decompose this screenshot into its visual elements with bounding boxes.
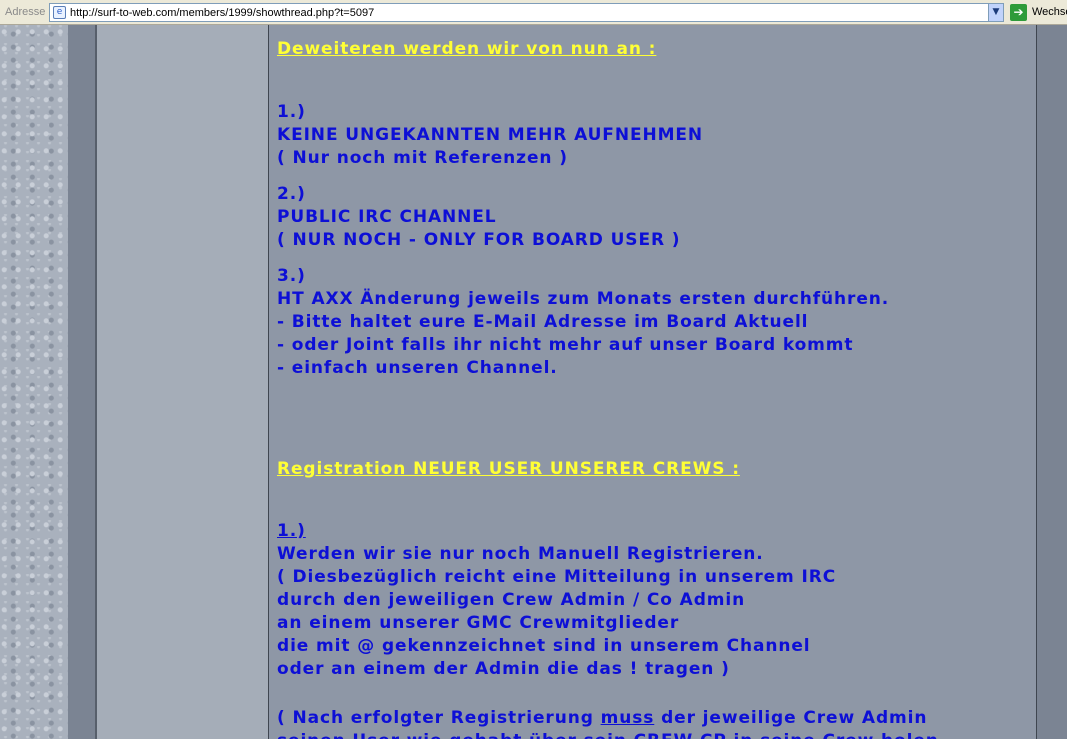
item-2-number: 2.): [277, 184, 306, 204]
post-sidebar: [97, 25, 269, 739]
heading-further-rules: Deweiteren werden wir von nun an :: [277, 39, 657, 59]
item-2-line: ( NUR NOCH - ONLY FOR BOARD USER ): [277, 230, 681, 250]
post-content: Deweiteren werden wir von nun an : 1.) K…: [269, 25, 1036, 739]
right-border-strip: [1037, 25, 1067, 739]
item-3-line: - Bitte haltet eure E-Mail Adresse im Bo…: [277, 312, 809, 332]
registration-number: 1.): [277, 521, 306, 541]
address-dropdown-button[interactable]: ▼: [988, 4, 1003, 21]
item-2-line: PUBLIC IRC CHANNEL: [277, 207, 497, 227]
item-3-number: 3.): [277, 266, 306, 286]
item-3-line: - einfach unseren Channel.: [277, 358, 558, 378]
registration-line: die mit @ gekennzeichnet sind in unserem…: [277, 636, 811, 656]
textured-background: [0, 25, 68, 739]
item-1-line: ( Nur noch mit Referenzen ): [277, 148, 568, 168]
registration-note-cut-line: seinen User wie gehabt über sein CREW CP…: [277, 730, 939, 739]
address-label: Adresse: [5, 6, 46, 18]
note-emphasis: muss: [600, 708, 655, 728]
note-text-after: der jeweilige Crew Admin: [654, 708, 928, 728]
note-text-before: ( Nach erfolgter Registrierung: [277, 708, 601, 728]
heading-registration: Registration NEUER USER UNSERER CREWS :: [277, 459, 740, 479]
registration-line: durch den jeweiligen Crew Admin / Co Adm…: [277, 590, 746, 610]
address-bar: Adresse e http://surf-to-web.com/members…: [0, 0, 1067, 25]
registration-note-line: ( Nach erfolgter Registrierung muss der …: [277, 707, 927, 730]
item-1-number: 1.): [277, 102, 306, 122]
item-3-line: HT AXX Änderung jeweils zum Monats erste…: [277, 289, 890, 309]
url-text[interactable]: http://surf-to-web.com/members/1999/show…: [70, 7, 374, 19]
url-input[interactable]: e http://surf-to-web.com/members/1999/sh…: [49, 3, 1004, 22]
go-button-label[interactable]: Wechse: [1032, 6, 1067, 18]
registration-line: oder an einem der Admin die das ! tragen…: [277, 659, 730, 679]
item-1-line: KEINE UNGEKANNTEN MEHR AUFNEHMEN: [277, 125, 704, 145]
registration-line: Werden wir sie nur noch Manuell Registri…: [277, 544, 764, 564]
registration-line: ( Diesbezüglich reicht eine Mitteilung i…: [277, 567, 837, 587]
left-border-strip: [68, 25, 96, 739]
item-3-line: - oder Joint falls ihr nicht mehr auf un…: [277, 335, 854, 355]
go-arrow-icon[interactable]: ➔: [1010, 4, 1027, 21]
registration-line: an einem unserer GMC Crewmitglieder: [277, 613, 680, 633]
page-icon: e: [53, 6, 66, 19]
